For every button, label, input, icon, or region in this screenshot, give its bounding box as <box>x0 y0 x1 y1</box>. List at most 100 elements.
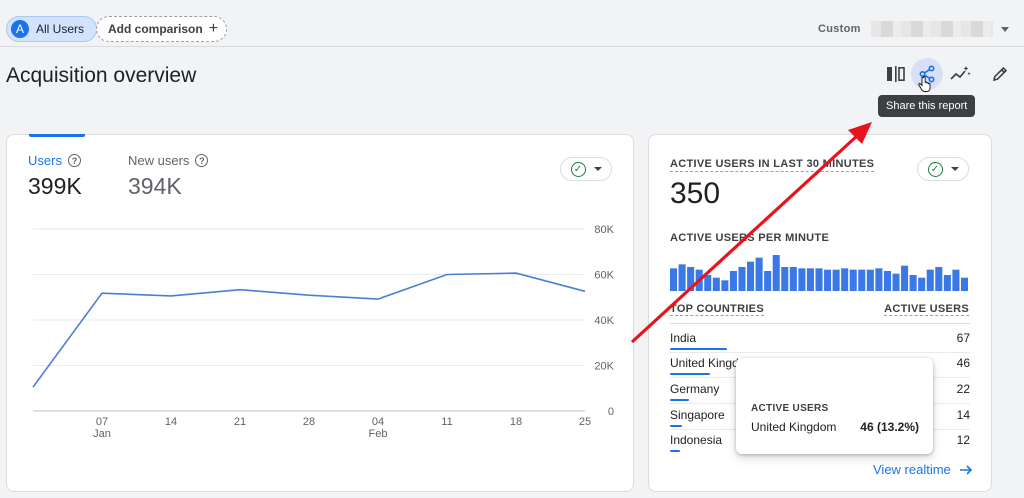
realtime-value: 350 <box>670 177 721 210</box>
minute-bar[interactable] <box>678 264 686 291</box>
view-realtime-link[interactable]: View realtime <box>873 462 974 477</box>
table-divider <box>670 323 970 324</box>
minute-bar[interactable] <box>943 275 951 291</box>
country-name: India <box>670 331 697 345</box>
plus-icon: + <box>208 20 219 37</box>
chevron-down-icon <box>1000 26 1009 32</box>
country-count: 14 <box>956 408 970 422</box>
check-circle-icon: ✓ <box>927 161 943 177</box>
compare-columns-icon[interactable] <box>882 60 910 88</box>
minute-bar[interactable] <box>883 271 891 291</box>
country-share-bar <box>670 373 710 375</box>
segment-chip-all-users[interactable]: A All Users <box>6 16 98 42</box>
insights-icon[interactable] <box>946 60 974 88</box>
minute-bar[interactable] <box>849 269 857 291</box>
minute-bar[interactable] <box>755 257 763 291</box>
x-tick-label: 25 <box>579 416 591 428</box>
minute-bar[interactable] <box>892 273 900 291</box>
x-tick-label: 07 <box>96 416 108 428</box>
realtime-title: ACTIVE USERS IN LAST 30 MINUTES <box>670 158 875 172</box>
date-range-picker[interactable]: Custom <box>818 20 1009 38</box>
minute-bar[interactable] <box>721 280 729 291</box>
share-tooltip: Share this report <box>878 95 976 117</box>
tooltip-value: 46 (13.2%) <box>860 420 919 434</box>
minute-bar[interactable] <box>729 271 737 291</box>
minute-bar[interactable] <box>747 261 755 291</box>
add-comparison-label: Add comparison <box>108 22 203 36</box>
minute-bar[interactable] <box>832 269 840 291</box>
country-count: 12 <box>956 433 970 447</box>
minute-bar[interactable] <box>935 267 943 291</box>
minute-bar[interactable] <box>798 268 806 291</box>
realtime-comparison-chip[interactable]: ✓ <box>917 157 969 181</box>
edit-pencil-icon[interactable] <box>986 60 1014 88</box>
minute-bar[interactable] <box>738 267 746 291</box>
metric-new-users-label: New users <box>128 153 190 168</box>
check-circle-icon: ✓ <box>570 161 586 177</box>
minute-bar[interactable] <box>704 275 712 291</box>
minute-bar[interactable] <box>815 268 823 291</box>
x-tick-month-label: Feb <box>369 428 388 440</box>
minute-bar[interactable] <box>960 277 968 291</box>
metric-users[interactable]: Users ? 399K <box>28 153 82 200</box>
tooltip-title: ACTIVE USERS <box>751 403 829 414</box>
y-tick-label: 60K <box>594 270 614 282</box>
chevron-down-icon <box>950 167 959 171</box>
minute-bar[interactable] <box>687 267 695 291</box>
col-top-countries[interactable]: TOP COUNTRIES <box>670 303 764 316</box>
row-divider <box>670 352 970 353</box>
metric-new-users[interactable]: New users ? 394K <box>128 153 209 200</box>
chevron-down-icon <box>593 167 602 171</box>
metric-new-users-value: 394K <box>128 173 182 199</box>
view-realtime-label: View realtime <box>873 462 951 477</box>
minute-bar[interactable] <box>901 265 909 291</box>
y-tick-label: 20K <box>594 361 614 373</box>
tooltip-country: United Kingdom <box>751 420 837 434</box>
minute-bar[interactable] <box>866 269 874 291</box>
minute-bar[interactable] <box>806 268 814 291</box>
x-tick-label: 14 <box>165 416 177 428</box>
help-icon[interactable]: ? <box>67 154 81 167</box>
arrow-right-icon <box>959 464 972 475</box>
x-tick-month-label: Jan <box>93 428 111 440</box>
active-tab-indicator <box>29 134 85 137</box>
metric-users-value: 399K <box>28 173 82 199</box>
minute-bar[interactable] <box>670 268 678 291</box>
minute-bar[interactable] <box>789 267 797 291</box>
per-minute-label: ACTIVE USERS PER MINUTE <box>670 232 830 244</box>
minute-bar[interactable] <box>712 277 720 291</box>
minute-bar[interactable] <box>952 269 960 291</box>
country-share-bar <box>670 425 682 427</box>
series-line <box>32 272 586 388</box>
minute-bar[interactable] <box>764 271 772 291</box>
country-count: 22 <box>956 382 970 396</box>
top-bar: A All Users Add comparison + Custom <box>0 0 1024 47</box>
metric-users-label: Users <box>28 153 62 168</box>
y-tick-label: 80K <box>594 224 614 236</box>
users-line-chart: 80K 60K 40K 20K 0 07Jan 14 21 28 04Feb 11 18 25 <box>32 224 615 440</box>
minute-bar[interactable] <box>841 268 849 291</box>
minute-bar[interactable] <box>772 255 780 291</box>
y-tick-label: 0 <box>608 406 614 418</box>
country-row[interactable]: India 67 <box>670 329 970 354</box>
users-chart-card: Users ? 399K New users ? 394K ✓ 80K 60K 40… <box>6 134 634 492</box>
minute-bar[interactable] <box>926 269 934 291</box>
country-hover-tooltip: ACTIVE USERS United Kingdom 46 (13.2%) <box>736 358 933 454</box>
minute-bar[interactable] <box>918 277 926 291</box>
date-range-label: Custom <box>818 23 861 35</box>
add-comparison-button[interactable]: Add comparison + <box>96 16 228 42</box>
segment-label: All Users <box>36 22 85 36</box>
comparison-status-chip[interactable]: ✓ <box>560 157 612 181</box>
minute-bar[interactable] <box>781 267 789 291</box>
minute-bar[interactable] <box>858 269 866 291</box>
help-icon[interactable]: ? <box>195 154 209 167</box>
segment-avatar: A <box>11 20 29 38</box>
minute-bar[interactable] <box>875 268 883 291</box>
minute-bar[interactable] <box>824 269 832 291</box>
country-share-bar <box>670 348 728 350</box>
x-tick-label: 04 <box>372 416 384 428</box>
minute-bar[interactable] <box>909 275 917 291</box>
country-share-bar <box>670 450 681 452</box>
col-active-users[interactable]: ACTIVE USERS <box>884 303 969 316</box>
minute-bar[interactable] <box>695 269 703 291</box>
